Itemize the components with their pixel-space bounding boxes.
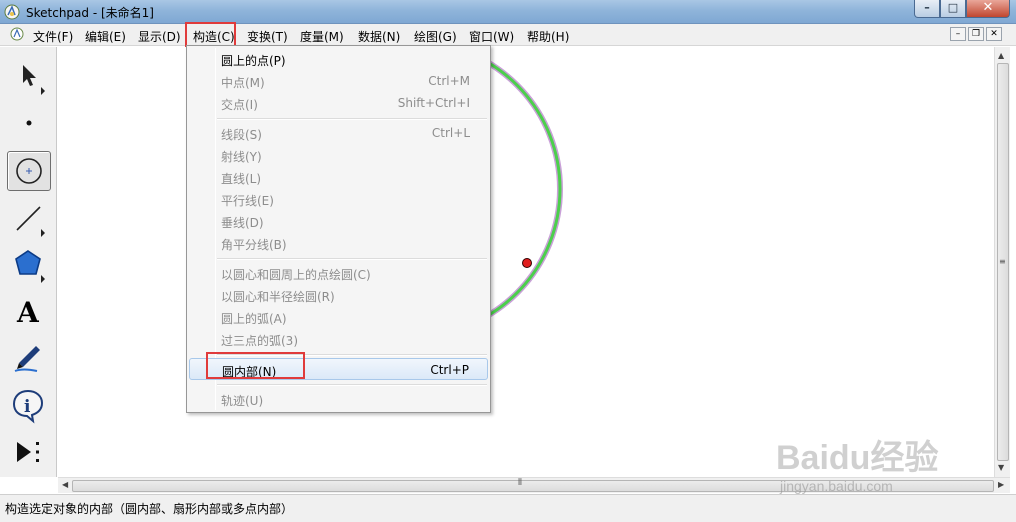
menu-item-label: 以圆心和圆周上的点绘圆(C) [221,268,371,282]
svg-text:A: A [16,296,40,329]
menu-item-intersection[interactable]: 交点(I) Shift+Ctrl+I [189,92,488,114]
watermark-site: jingyan.baidu.com [780,478,893,494]
document-restore-button[interactable]: ❐ [968,27,984,41]
menu-item-label: 轨迹(U) [221,394,264,408]
menu-display[interactable]: 显示(D) [138,28,181,45]
menu-item-label: 垂线(D) [221,216,264,230]
menu-item-label: 直线(L) [221,172,262,186]
menu-item-circle-by-center-radius[interactable]: 以圆心和半径绘圆(R) [189,284,488,306]
menu-item-shortcut: Shift+Ctrl+I [397,96,470,110]
compass-tool-icon [16,158,42,184]
menu-item-angle-bisector[interactable]: 角平分线(B) [189,232,488,254]
custom-tool-icon [17,442,39,462]
toolbox: A i [0,47,57,477]
baidu-watermark: Baidu经验 jingyan.baidu.com [776,430,1006,494]
menu-item-label: 射线(Y) [221,150,262,164]
menu-item-label: 线段(S) [221,128,262,142]
menu-edit[interactable]: 编辑(E) [85,28,126,45]
menu-item-point-on-circle[interactable]: 圆上的点(P) [189,48,488,70]
menu-item-segment[interactable]: 线段(S) Ctrl+L [189,122,488,144]
menu-item-line[interactable]: 直线(L) [189,166,488,188]
menu-item-label: 角平分线(B) [221,238,287,252]
minimize-button[interactable]: – [914,0,940,18]
point-tool-icon [26,120,32,126]
watermark-brand: Baidu经验 [776,439,939,477]
arrow-select-tool[interactable] [7,57,51,97]
document-close-button[interactable]: ✕ [986,27,1002,41]
menu-item-arc-through-three-points[interactable]: 过三点的弧(3) [189,328,488,350]
menu-bar: 文件(F) 编辑(E) 显示(D) 构造(C) 变换(T) 度量(M) 数据(N… [0,24,1016,46]
close-button[interactable]: ✕ [966,0,1010,18]
svg-text:i: i [24,397,31,417]
menu-item-label: 过三点的弧(3) [221,334,298,348]
menu-item-perpendicular-line[interactable]: 垂线(D) [189,210,488,232]
information-tool[interactable]: i [7,385,51,425]
straightedge-tool-icon [16,206,45,237]
circle-interior-highlight-box [206,352,305,379]
document-minimize-button[interactable]: – [950,27,966,41]
menu-item-label: 圆上的点(P) [221,54,286,68]
polygon-tool[interactable] [7,245,51,285]
scroll-left-icon[interactable]: ◀ [62,480,68,489]
window-title: Sketchpad - [未命名1] [26,6,154,20]
arrow-select-icon [23,65,45,95]
menu-item-midpoint[interactable]: 中点(M) Ctrl+M [189,70,488,92]
menu-item-shortcut: Ctrl+L [431,126,470,140]
menu-item-label: 平行线(E) [221,194,274,208]
menu-data[interactable]: 数据(N) [358,28,400,45]
custom-tool[interactable] [7,432,51,472]
menu-file[interactable]: 文件(F) [33,28,73,45]
menu-separator [217,118,487,120]
menu-item-circle-by-center-point[interactable]: 以圆心和圆周上的点绘圆(C) [189,262,488,284]
status-text: 构造选定对象的内部（圆内部、扇形内部或多点内部） [5,502,294,516]
menu-item-parallel-line[interactable]: 平行线(E) [189,188,488,210]
menu-item-label: 圆上的弧(A) [221,312,287,326]
menu-item-shortcut: Ctrl+P [430,363,469,377]
information-tool-icon: i [12,389,44,424]
document-icon[interactable] [10,27,24,41]
scroll-up-icon[interactable]: ▲ [998,51,1004,60]
circle-point[interactable] [522,258,532,268]
horizontal-grip-icon: ⦀ [518,478,522,488]
menu-graph[interactable]: 绘图(G) [414,28,457,45]
menu-item-locus[interactable]: 轨迹(U) [189,388,488,410]
menu-help[interactable]: 帮助(H) [527,28,569,45]
marker-tool[interactable] [7,337,51,377]
menu-item-ray[interactable]: 射线(Y) [189,144,488,166]
text-tool-icon: A [16,296,40,329]
vertical-scrollbar[interactable]: ▲ ≡ ▼ [994,47,1010,477]
straightedge-tool[interactable] [7,199,51,239]
menu-item-shortcut: Ctrl+M [428,74,470,88]
menu-item-label: 中点(M) [221,76,265,90]
menu-separator [217,258,487,260]
vertical-grip-icon: ≡ [999,257,1006,266]
menu-separator [217,384,487,386]
menu-item-label: 以圆心和半径绘圆(R) [221,290,335,304]
sketchpad-app-icon [4,4,20,20]
status-bar: 构造选定对象的内部（圆内部、扇形内部或多点内部） [0,494,1016,522]
maximize-button[interactable]: □ [940,0,966,18]
menu-window[interactable]: 窗口(W) [469,28,514,45]
compass-tool[interactable] [7,151,51,191]
text-tool[interactable]: A [7,292,51,332]
menu-measure[interactable]: 度量(M) [300,28,344,45]
window-titlebar[interactable]: Sketchpad - [未命名1] – □ ✕ [0,0,1016,24]
menu-transform[interactable]: 变换(T) [247,28,288,45]
point-tool[interactable] [7,103,51,143]
menu-item-label: 交点(I) [221,98,258,112]
marker-tool-icon [14,346,40,372]
construct-menu-highlight-box [185,22,236,47]
menu-item-arc-on-circle[interactable]: 圆上的弧(A) [189,306,488,328]
polygon-tool-icon [15,250,45,283]
